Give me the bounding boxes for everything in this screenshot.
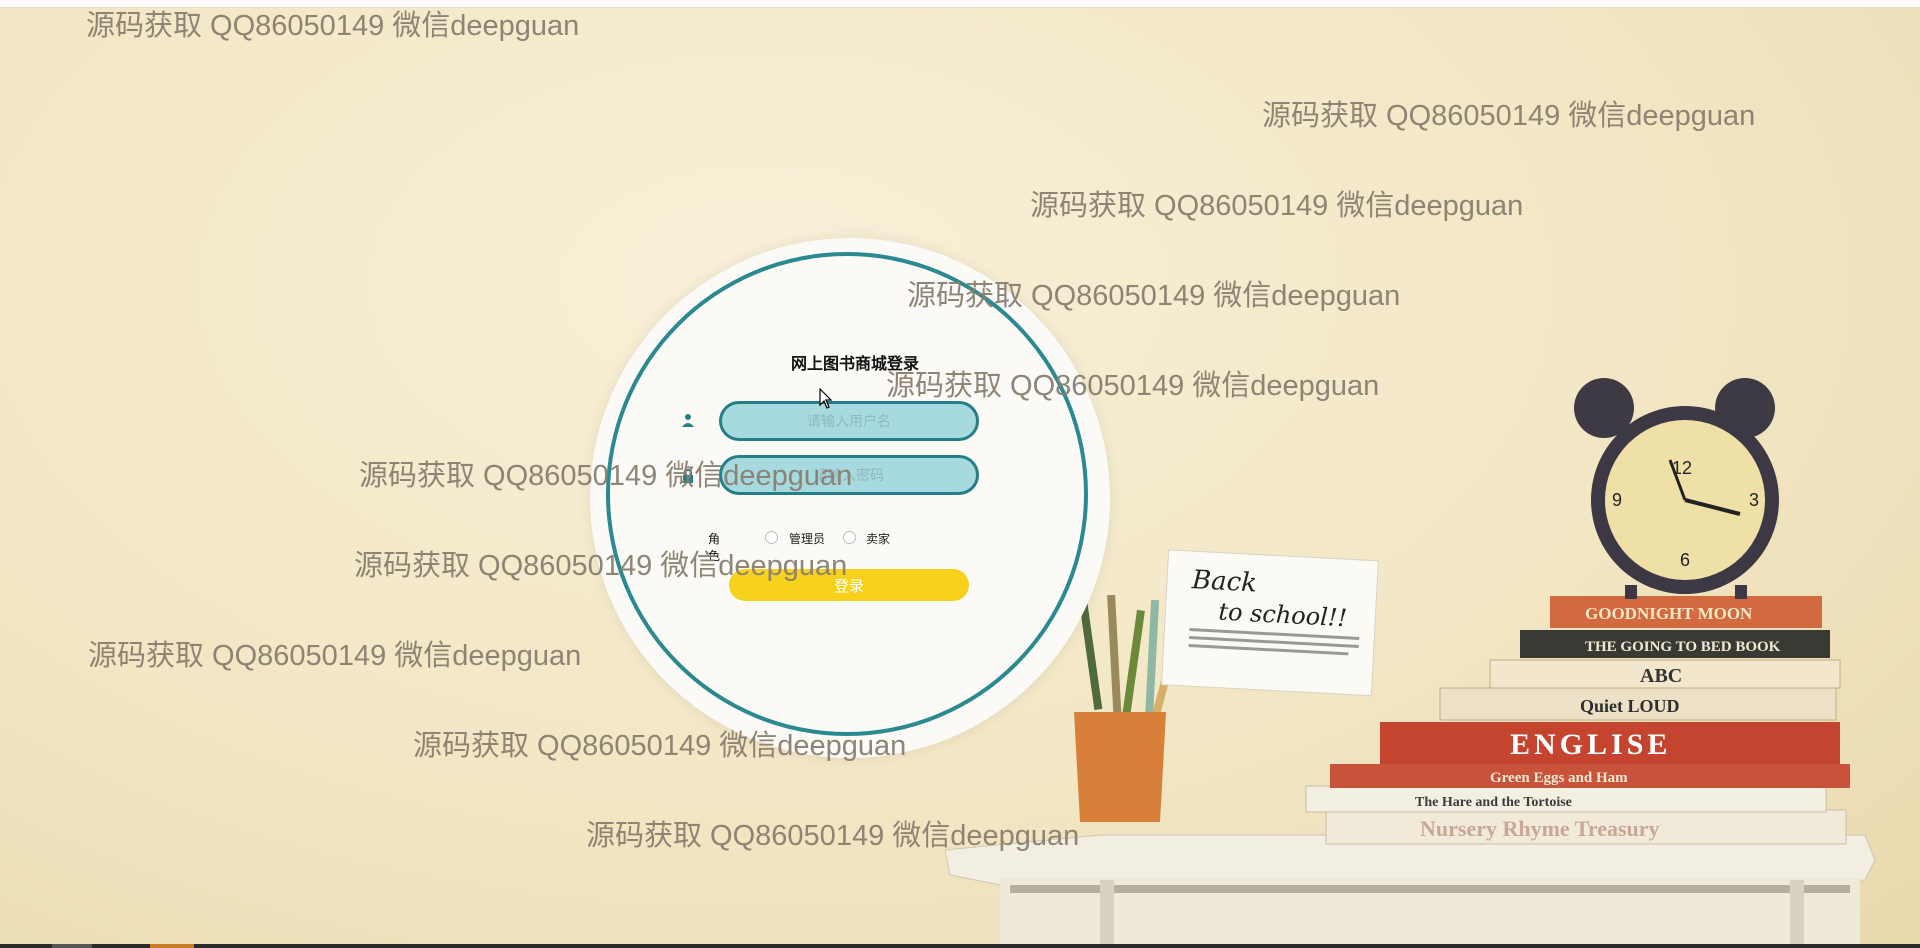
alarm-clock: 12 3 6 9 (1574, 378, 1779, 599)
taskbar-strip (0, 944, 1920, 948)
watermark: 源码获取 QQ86050149 微信deepguan (586, 820, 1080, 852)
watermark: 源码获取 QQ86050149 微信deepguan (86, 10, 580, 42)
book-title-6: Green Eggs and Ham (1490, 770, 1628, 786)
book-title-8: Nursery Rhyme Treasury (1420, 816, 1660, 841)
watermark: 源码获取 QQ86050149 微信deepguan (88, 640, 582, 672)
book-title-3: ABC (1640, 665, 1682, 687)
book-title-4: Quiet LOUD (1580, 696, 1680, 716)
book-title-2: THE GOING TO BED BOOK (1585, 639, 1781, 655)
svg-text:3: 3 (1749, 490, 1759, 510)
book-title-7: The Hare and the Tortoise (1415, 795, 1572, 810)
book-stack: Nursery Rhyme Treasury The Hare and the … (1305, 596, 1850, 845)
book-title-5: ENGLISE (1510, 728, 1671, 761)
book-title-1: GOODNIGHT MOON (1585, 604, 1753, 623)
sticky-note: Back to school!! (1161, 549, 1379, 697)
svg-text:9: 9 (1612, 490, 1622, 510)
watermark: 源码获取 QQ86050149 微信deepguan (413, 730, 907, 762)
svg-text:6: 6 (1680, 550, 1690, 570)
username-input[interactable] (719, 401, 979, 441)
note-line-1: Back (1190, 565, 1257, 598)
watermark: 源码获取 QQ86050149 微信deepguan (354, 550, 848, 582)
watermark: 源码获取 QQ86050149 微信deepguan (1262, 100, 1756, 132)
watermark: 源码获取 QQ86050149 微信deepguan (1030, 190, 1524, 222)
watermark: 源码获取 QQ86050149 微信deepguan (886, 370, 1380, 402)
watermark: 源码获取 QQ86050149 微信deepguan (359, 460, 853, 492)
desk (944, 834, 1876, 948)
watermark: 源码获取 QQ86050149 微信deepguan (907, 280, 1401, 312)
mouse-cursor-icon (819, 388, 833, 409)
user-icon (682, 414, 694, 427)
role-option-seller[interactable]: 卖家 (866, 530, 890, 547)
